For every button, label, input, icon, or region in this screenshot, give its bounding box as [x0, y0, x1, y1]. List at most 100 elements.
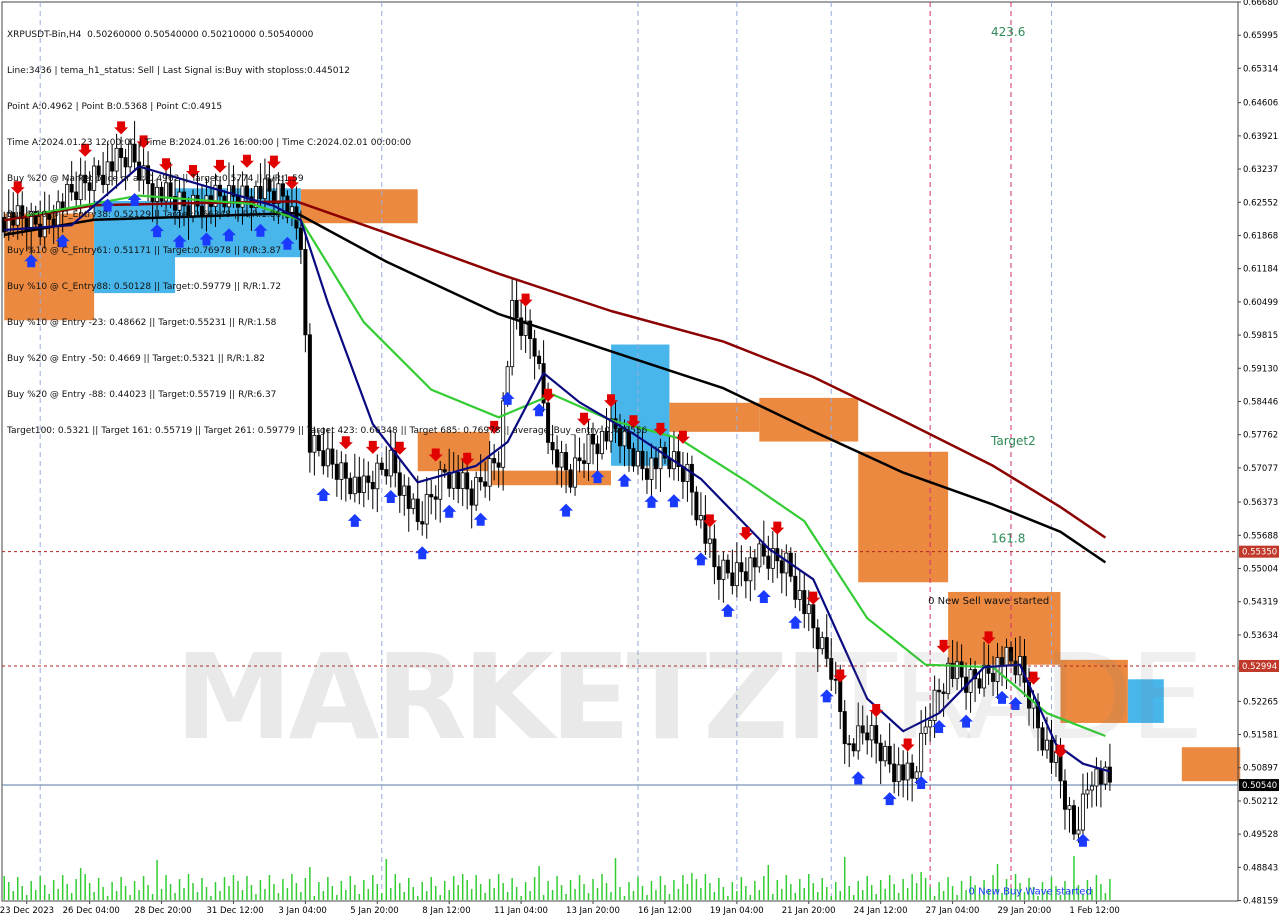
price-level-label: 0.52994 — [1242, 662, 1277, 672]
candle-body — [352, 476, 357, 495]
candle-body — [649, 457, 654, 480]
price-tick-label: 0.59130 — [1243, 364, 1278, 374]
candle-body — [784, 552, 789, 574]
time-tick-label: 16 Jan 12:00 — [638, 906, 692, 916]
info-line: Buy %20 @ Entry -88: 0.44023 || Target:0… — [7, 390, 277, 400]
candle-body — [370, 481, 375, 490]
chart-annotation: 0 New Sell wave started — [928, 596, 1049, 607]
chart-annotation: 161.8 — [991, 531, 1025, 545]
price-level-label: 0.50540 — [1242, 781, 1277, 791]
candle-body — [384, 469, 389, 477]
candle-body — [451, 472, 456, 489]
time-tick-label: 8 Jan 12:00 — [422, 906, 470, 916]
candle-body — [896, 764, 901, 783]
time-tick-label: 29 Jan 20:00 — [998, 906, 1052, 916]
price-tick-label: 0.65314 — [1243, 64, 1278, 74]
candle-body — [730, 572, 735, 587]
price-tick-label: 0.57077 — [1243, 464, 1278, 474]
indicator-info-panel: XRPUSDT-Bin,H4 0.50260000 0.50540000 0.5… — [7, 5, 647, 461]
candle-body — [739, 562, 744, 573]
candle-body — [721, 559, 726, 580]
info-line: Time A:2024.01.23 12:00:00 | Time B:2024… — [7, 138, 412, 148]
candle-body — [573, 457, 578, 488]
candle-body — [1098, 768, 1103, 785]
time-tick-label: 19 Jan 04:00 — [710, 906, 764, 916]
candle-body — [361, 475, 366, 493]
watermark-bold: MARKETZI — [175, 628, 829, 766]
candle-body — [1076, 829, 1081, 835]
candle-body — [478, 477, 483, 483]
candle-body — [460, 472, 465, 490]
time-tick-label: 21 Jan 20:00 — [782, 906, 836, 916]
info-line: Buy %20 @ Entry -50: 0.4669 || Target:0.… — [7, 354, 265, 364]
price-tick-label: 0.65995 — [1243, 31, 1278, 41]
info-line: Buy %10 @ Entry -23: 0.48662 || Target:0… — [7, 318, 277, 328]
price-tick-label: 0.55004 — [1243, 564, 1278, 574]
candle-body — [348, 477, 353, 495]
candle-body — [1094, 768, 1099, 787]
candle-body — [752, 557, 757, 568]
candle-body — [406, 485, 411, 509]
price-tick-label: 0.55688 — [1243, 531, 1278, 541]
info-line: Target100: 0.5321 || Target 161: 0.55719… — [7, 426, 648, 436]
price-tick-label: 0.64606 — [1243, 99, 1278, 109]
price-tick-label: 0.63921 — [1243, 132, 1278, 142]
candle-body — [712, 538, 717, 568]
price-tick-label: 0.48843 — [1243, 863, 1278, 873]
price-tick-label: 0.61184 — [1243, 265, 1278, 275]
candle-body — [582, 460, 587, 464]
candle-body — [743, 571, 748, 582]
price-tick-label: 0.51581 — [1243, 731, 1278, 741]
time-tick-label: 31 Dec 12:00 — [206, 906, 263, 916]
candle-body — [1071, 805, 1076, 835]
price-tick-label: 0.48159 — [1243, 897, 1278, 907]
candle-body — [707, 538, 712, 544]
price-tick-label: 0.49528 — [1243, 830, 1278, 840]
time-tick-label: 23 Dec 2023 — [0, 906, 54, 916]
watermark-logo: MARKETZITRADE — [175, 628, 1204, 766]
cloud-segment — [759, 397, 859, 442]
candle-body — [1067, 805, 1072, 810]
info-line: Buy %10 @ C_Entry88: 0.50128 || Target:0… — [7, 282, 282, 292]
candle-body — [487, 458, 492, 487]
time-tick-label: 1 Feb 12:00 — [1069, 906, 1119, 916]
price-tick-label: 0.57762 — [1243, 431, 1278, 441]
cloud-segment — [669, 402, 760, 432]
candle-body — [402, 485, 407, 496]
candle-body — [442, 469, 447, 473]
price-tick-label: 0.66680 — [1243, 0, 1278, 8]
candle-body — [465, 472, 470, 490]
info-line: Buy %10 @ C_Entry61: 0.51171 || Target:0… — [7, 246, 282, 256]
chart-window[interactable]: 423.6 Target2 161.8 0 New Sell wave started… — [0, 0, 1280, 920]
candle-body — [1089, 785, 1094, 791]
price-tick-label: 0.50897 — [1243, 764, 1278, 774]
chart-annotation: Target2 — [990, 434, 1036, 448]
watermark-light: TRADE — [824, 628, 1204, 766]
candle-body — [1062, 780, 1067, 810]
candle-body — [438, 469, 443, 500]
candle-body — [375, 462, 380, 490]
candle-body — [568, 469, 573, 488]
candle-body — [698, 515, 703, 521]
candle-body — [892, 763, 897, 783]
price-tick-label: 0.50212 — [1243, 797, 1278, 807]
time-tick-label: 28 Dec 20:00 — [135, 906, 192, 916]
candle-body — [411, 498, 416, 509]
candle-body — [725, 559, 730, 574]
price-tick-label: 0.59815 — [1243, 331, 1278, 341]
candle-body — [793, 575, 798, 600]
price-tick-label: 0.56373 — [1243, 498, 1278, 508]
candle-body — [420, 521, 425, 525]
price-tick-label: 0.60499 — [1243, 298, 1278, 308]
candle-body — [685, 463, 690, 482]
candle-body — [474, 477, 479, 506]
candle-body — [433, 496, 438, 500]
price-tick-label: 0.52265 — [1243, 697, 1278, 707]
price-level-label: 0.55350 — [1242, 548, 1277, 558]
price-tick-label: 0.61868 — [1243, 231, 1278, 241]
candle-body — [1085, 789, 1090, 795]
candle-body — [339, 462, 344, 480]
candle-body — [429, 494, 434, 498]
candle-body — [811, 604, 816, 629]
info-line: Line:3436 | tema_h1_status: Sell | Last … — [7, 66, 350, 76]
